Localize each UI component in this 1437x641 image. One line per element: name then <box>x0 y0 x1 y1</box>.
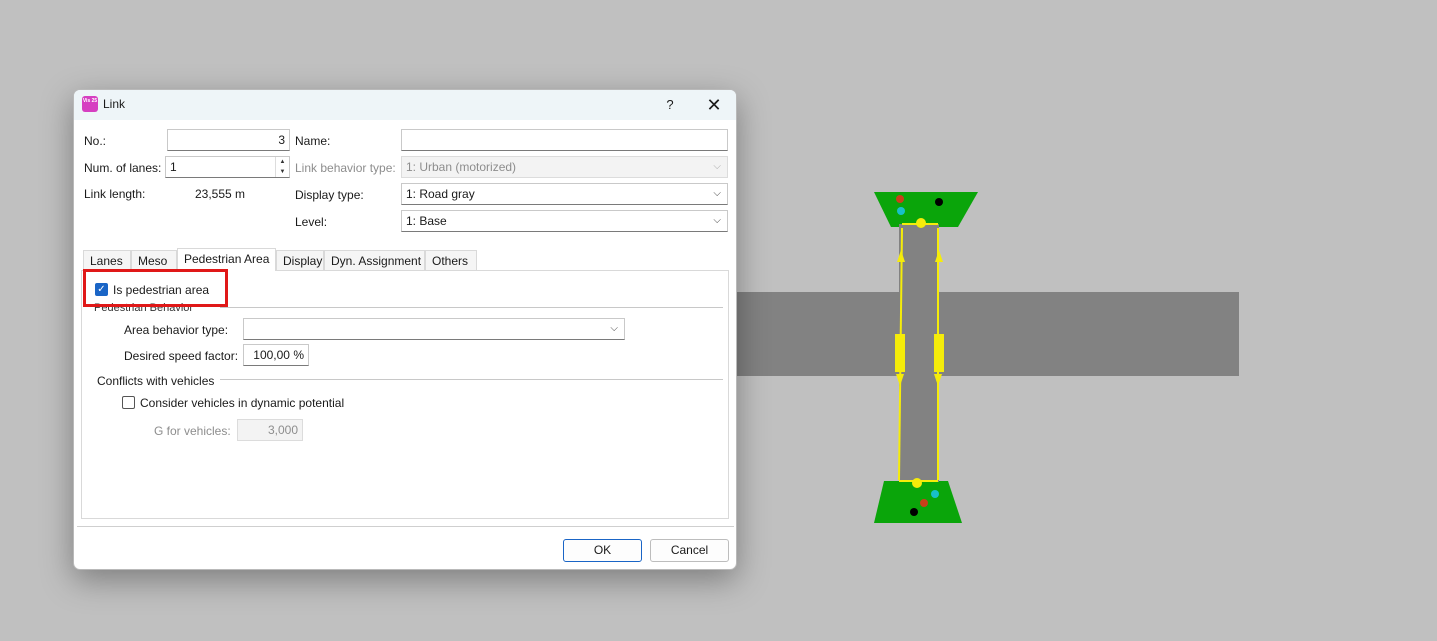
horizontal-road-link[interactable] <box>737 292 1239 376</box>
chevron-down-icon: ⌵ <box>610 323 618 334</box>
pedestrian-input-cyan-top[interactable] <box>897 207 905 215</box>
name-label: Name: <box>295 134 331 148</box>
conflicts-group-label: Conflicts with vehicles <box>97 374 215 388</box>
tab-others[interactable]: Others <box>425 250 477 270</box>
behavior-group-divider <box>220 307 723 308</box>
pedestrian-area-panel: ✓ Is pedestrian area Pedestrian Behavior… <box>81 270 729 519</box>
level-label: Level: <box>295 215 328 229</box>
dialog-titlebar[interactable]: Vis 25 Link ? ✕ <box>74 90 736 120</box>
link-dialog: Vis 25 Link ? ✕ No.: 3 Name: Num. of lan… <box>73 89 737 570</box>
pedestrian-input-black-bottom[interactable] <box>910 508 918 516</box>
tab-pedestrian-area[interactable]: Pedestrian Area <box>177 248 276 271</box>
level-value: 1: Base <box>406 214 447 228</box>
area-behavior-label: Area behavior type: <box>124 323 229 337</box>
level-select[interactable]: 1: Base ⌵ <box>401 210 728 232</box>
tab-meso[interactable]: Meso <box>131 250 177 270</box>
link-connector-point-top[interactable] <box>916 218 926 228</box>
g-vehicles-label: G for vehicles: <box>154 424 231 438</box>
no-label: No.: <box>84 134 107 148</box>
link-connector-point-bottom[interactable] <box>912 478 922 488</box>
tab-dyn-assignment[interactable]: Dyn. Assignment <box>324 250 425 270</box>
lanes-spin-buttons[interactable]: ▲ ▼ <box>275 157 289 177</box>
link-length-label: Link length: <box>84 187 146 201</box>
tab-lanes[interactable]: Lanes <box>83 250 131 270</box>
chevron-down-icon: ⌵ <box>713 188 721 199</box>
lanes-value: 1 <box>170 160 177 174</box>
no-input[interactable]: 3 <box>167 129 290 151</box>
speed-factor-input[interactable]: 100,00 % <box>243 344 309 366</box>
signal-head-left[interactable] <box>895 334 905 372</box>
spin-up-icon[interactable]: ▲ <box>276 157 289 167</box>
lanes-stepper[interactable]: 1 ▲ ▼ <box>165 156 290 178</box>
lanes-label: Num. of lanes: <box>84 161 162 175</box>
chevron-down-icon: ⌵ <box>713 215 721 226</box>
link-behavior-label: Link behavior type: <box>295 161 396 175</box>
display-type-value: 1: Road gray <box>406 187 475 201</box>
dialog-title: Link <box>103 97 126 111</box>
link-behavior-select: 1: Urban (motorized) ⌵ <box>401 156 728 178</box>
display-type-select[interactable]: 1: Road gray ⌵ <box>401 183 728 205</box>
g-vehicles-input: 3,000 <box>237 419 303 441</box>
pedestrian-input-black-top[interactable] <box>935 198 943 206</box>
chevron-down-icon: ⌵ <box>713 161 721 172</box>
speed-factor-label: Desired speed factor: <box>124 349 239 363</box>
area-behavior-select[interactable]: ⌵ <box>243 318 625 340</box>
consider-vehicles-label: Consider vehicles in dynamic potential <box>140 396 345 410</box>
pedestrian-input-red-bottom[interactable] <box>920 499 928 507</box>
app-icon: Vis 25 <box>82 96 98 112</box>
link-length-value: 23,555 m <box>195 187 246 201</box>
close-icon[interactable]: ✕ <box>700 94 728 116</box>
signal-head-right[interactable] <box>934 334 944 372</box>
spin-down-icon[interactable]: ▼ <box>276 167 289 177</box>
red-highlight-box <box>83 269 228 307</box>
tab-display[interactable]: Display <box>276 250 324 270</box>
button-divider <box>77 526 734 527</box>
conflicts-group-divider <box>220 379 723 380</box>
display-type-label: Display type: <box>295 188 364 202</box>
pedestrian-input-red-top[interactable] <box>896 195 904 203</box>
link-behavior-value: 1: Urban (motorized) <box>406 160 517 174</box>
ok-button[interactable]: OK <box>563 539 642 562</box>
consider-vehicles-checkbox[interactable] <box>122 396 135 409</box>
help-button[interactable]: ? <box>658 94 682 116</box>
pedestrian-input-cyan-bottom[interactable] <box>931 490 939 498</box>
top-green-area[interactable] <box>874 192 978 227</box>
cancel-button[interactable]: Cancel <box>650 539 729 562</box>
name-input[interactable] <box>401 129 728 151</box>
